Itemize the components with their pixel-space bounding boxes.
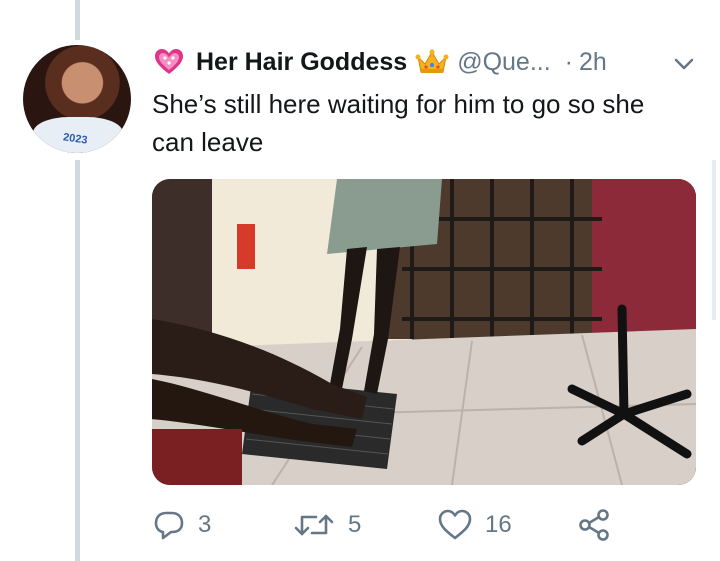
crown-emoji-icon: [415, 47, 449, 77]
like-button[interactable]: 16: [437, 505, 512, 545]
reply-icon: [154, 511, 184, 540]
tweet-text: She’s still here waiting for him to go s…: [152, 89, 645, 157]
scroll-edge: [712, 160, 716, 320]
like-icon: [438, 509, 472, 540]
like-count: 16: [485, 511, 512, 538]
retweet-icon: [294, 514, 334, 536]
heart-emoji-icon: [152, 47, 186, 77]
display-name[interactable]: Her Hair Goddess: [196, 48, 407, 77]
avatar[interactable]: 2023: [23, 45, 131, 153]
share-button[interactable]: [577, 505, 623, 545]
timestamp[interactable]: 2h: [579, 48, 607, 77]
reply-button[interactable]: 3: [152, 505, 211, 545]
tweet-actions: 3 5 16: [152, 505, 622, 545]
user-handle[interactable]: @Que...: [457, 48, 550, 77]
share-icon: [579, 509, 609, 541]
chevron-down-icon[interactable]: [670, 50, 698, 78]
tweet-photo[interactable]: [152, 179, 696, 485]
tweet-header: Her Hair Goddess @Que... · 2h: [152, 44, 607, 80]
retweet-button[interactable]: 5: [292, 505, 361, 545]
thread-line-bottom: [75, 160, 80, 561]
reply-count: 3: [198, 511, 212, 538]
retweet-count: 5: [348, 511, 362, 538]
header-separator: ·: [564, 47, 573, 76]
thread-line-top: [75, 0, 80, 40]
